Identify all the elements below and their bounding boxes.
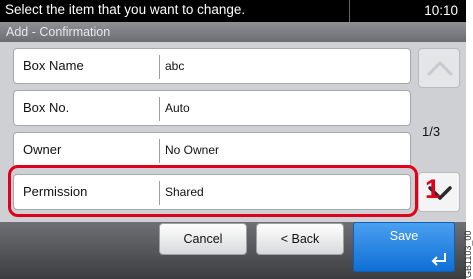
row-label: Box Name [23, 58, 84, 73]
page-indicator: 1/3 [422, 124, 441, 139]
save-label: Save [389, 229, 419, 243]
back-button[interactable]: < Back [256, 223, 344, 255]
status-time: 10:10 [424, 3, 458, 18]
title-bar: Add - Confirmation [0, 22, 466, 42]
row-value: Auto [165, 101, 190, 115]
row-value: abc [165, 59, 185, 73]
cancel-button[interactable]: Cancel [159, 223, 247, 255]
save-button[interactable]: Save [353, 222, 455, 272]
permission-highlight [8, 165, 418, 217]
status-divider [349, 0, 350, 22]
status-message: Select the item that you want to change. [5, 2, 246, 17]
row-value: No Owner [165, 143, 220, 157]
row-box-no[interactable]: Box No. Auto [13, 90, 411, 126]
row-separator [159, 55, 160, 79]
scroll-up-button[interactable] [418, 48, 460, 88]
figure-code: GB1103_00 [463, 230, 473, 278]
screen-title: Add - Confirmation [6, 25, 111, 39]
chevron-up-icon [427, 61, 453, 76]
status-bar: Select the item that you want to change.… [0, 0, 466, 22]
row-label: Box No. [23, 100, 70, 115]
row-box-name[interactable]: Box Name abc [13, 48, 411, 84]
row-owner[interactable]: Owner No Owner [13, 132, 411, 168]
enter-icon [431, 253, 446, 266]
row-separator [159, 97, 160, 121]
callout-number: 1 [425, 174, 441, 204]
screen: Select the item that you want to change.… [0, 0, 466, 279]
row-label: Owner [23, 142, 62, 157]
row-separator [159, 139, 160, 163]
